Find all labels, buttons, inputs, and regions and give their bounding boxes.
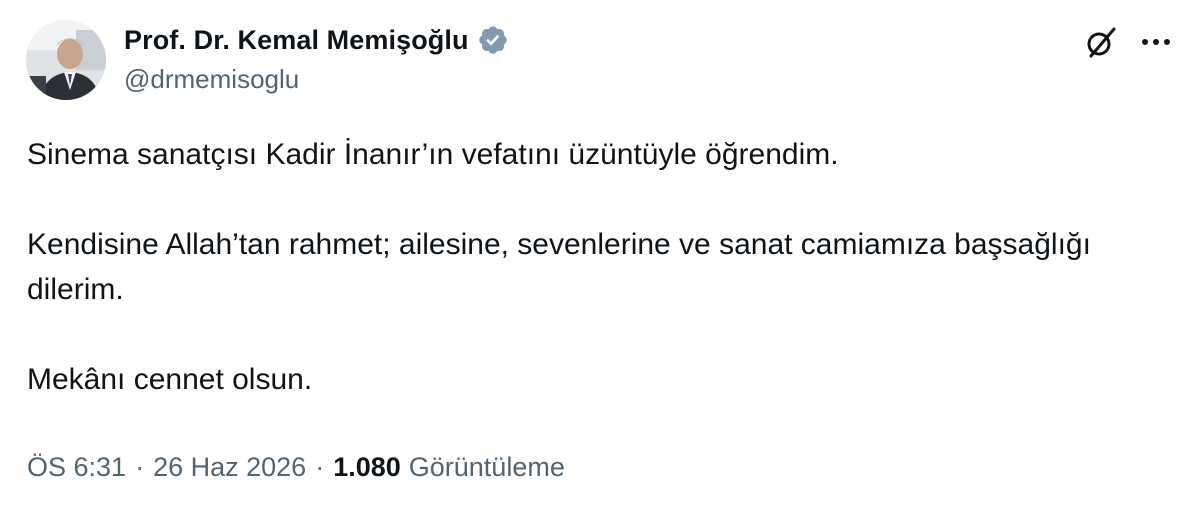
tweet-text: Sinema sanatçısı Kadir İnanır’ın vefatın…	[27, 132, 1157, 402]
more-options-icon[interactable]	[1138, 26, 1174, 58]
views-label: Görüntüleme	[408, 452, 565, 482]
tweet-time[interactable]: ÖS 6:31	[27, 452, 126, 483]
author-handle[interactable]: @drmemisoglu	[124, 64, 299, 95]
tweet-paragraph: Kendisine Allah’tan rahmet; ailesine, se…	[27, 228, 1091, 306]
meta-separator: ·	[315, 452, 325, 482]
verified-badge-icon	[477, 24, 509, 56]
meta-separator: ·	[135, 452, 145, 482]
tweet-paragraph: Sinema sanatçısı Kadir İnanır’ın vefatın…	[27, 138, 839, 171]
tweet-paragraph: Mekânı cennet olsun.	[27, 363, 313, 396]
author-display-name[interactable]: Prof. Dr. Kemal Memişoğlu	[124, 25, 469, 56]
author-name-row: Prof. Dr. Kemal Memişoğlu	[124, 22, 509, 58]
tweet-card: Prof. Dr. Kemal Memişoğlu @drmemisoglu S…	[0, 0, 1200, 516]
views-count: 1.080	[333, 452, 401, 482]
avatar[interactable]	[26, 20, 106, 100]
avatar-image	[26, 20, 106, 100]
grok-icon[interactable]	[1084, 25, 1118, 59]
tweet-meta: ÖS 6:31 · 26 Haz 2026 · 1.080 Görüntülem…	[27, 452, 565, 483]
tweet-date[interactable]: 26 Haz 2026	[153, 452, 306, 483]
